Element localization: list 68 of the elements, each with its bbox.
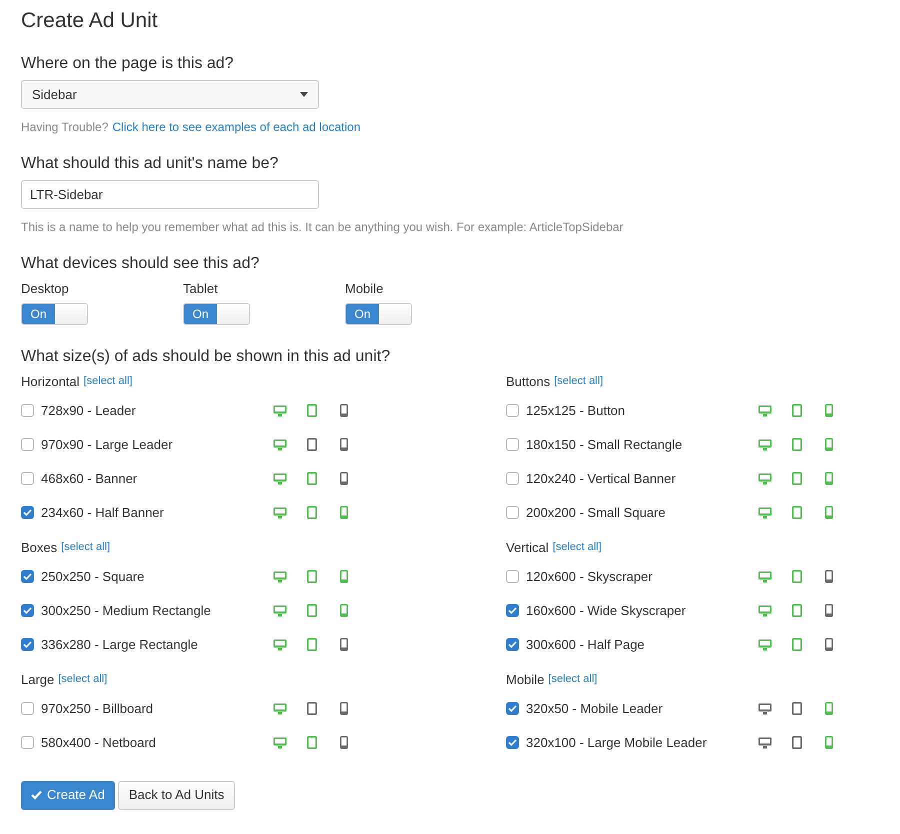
checkbox[interactable] [506, 604, 519, 617]
size-label: 120x600 - Skyscraper [526, 568, 652, 586]
group-heading: Vertical [506, 538, 549, 557]
section-heading: What should this ad unit's name be? [21, 154, 280, 174]
size-label: 300x250 - Medium Rectangle [41, 602, 211, 620]
group-heading: Horizontal [21, 372, 80, 391]
checkbox[interactable] [21, 638, 34, 651]
size-label: 468x60 - Banner [41, 470, 138, 488]
create-button[interactable]: Create Ad [21, 780, 115, 810]
select-all-link[interactable]: [select all] [61, 539, 110, 556]
group-heading: Mobile [506, 670, 544, 689]
toggle-switch[interactable]: On [21, 302, 88, 324]
checkbox[interactable] [21, 736, 34, 749]
back-button[interactable]: Back to Ad Units [118, 780, 236, 810]
select-all-link[interactable]: [select all] [548, 671, 598, 688]
size-label: 160x600 - Wide Skyscraper [526, 602, 686, 620]
checkbox[interactable] [506, 472, 519, 485]
select-all-link[interactable]: [select all] [58, 671, 108, 688]
name-field[interactable]: LTR-Sidebar [21, 180, 319, 209]
location-select[interactable]: Sidebar [21, 80, 319, 109]
help-link[interactable]: Click here to see examples of each ad location [112, 118, 361, 136]
section-heading: What size(s) of ads should be shown in this ad unit? [21, 346, 392, 366]
toggle-switch[interactable]: On [183, 302, 250, 324]
checkbox[interactable] [506, 506, 519, 519]
section-heading: What devices should see this ad? [21, 254, 260, 274]
select-all-link[interactable]: [select all] [552, 539, 602, 556]
checkmark-icon [31, 790, 42, 800]
checkbox[interactable] [506, 702, 519, 715]
device-label: Desktop [21, 280, 69, 298]
select-all-link[interactable]: [select all] [554, 373, 604, 390]
checkbox[interactable] [21, 570, 34, 583]
checkbox[interactable] [506, 638, 519, 651]
checkbox[interactable] [21, 604, 34, 617]
help-text: Having Trouble? [21, 119, 108, 136]
checkbox[interactable] [506, 570, 519, 583]
checkbox[interactable] [21, 438, 34, 451]
checkbox[interactable] [21, 506, 34, 519]
checkbox[interactable] [21, 404, 34, 417]
device-label: Mobile [345, 280, 384, 298]
checkbox[interactable] [21, 702, 34, 715]
size-label: 728x90 - Leader [41, 402, 136, 420]
size-label: 200x200 - Small Square [526, 504, 666, 522]
group-heading: Buttons [506, 372, 550, 391]
size-label: 180x150 - Small Rectangle [526, 436, 682, 454]
group-heading: Large [21, 670, 54, 689]
size-label: 234x60 - Half Banner [41, 504, 164, 522]
size-label: 250x250 - Square [41, 568, 144, 586]
size-label: 970x90 - Large Leader [41, 436, 173, 454]
checkbox[interactable] [21, 472, 34, 485]
size-label: 580x400 - Netboard [41, 734, 156, 752]
checkbox[interactable] [506, 438, 519, 451]
checkbox[interactable] [506, 736, 519, 749]
caret-icon [300, 92, 308, 97]
toggle-switch[interactable]: On [345, 302, 412, 324]
size-label: 970x250 - Billboard [41, 700, 154, 718]
group-heading: Boxes [21, 538, 58, 557]
section-heading: Where on the page is this ad? [21, 54, 235, 74]
size-label: 300x600 - Half Page [526, 636, 645, 654]
select-all-link[interactable]: [select all] [84, 373, 132, 390]
size-label: 125x125 - Button [526, 402, 626, 420]
size-label: 320x100 - Large Mobile Leader [526, 734, 707, 752]
size-label: 320x50 - Mobile Leader [526, 700, 663, 718]
page-title: Create Ad Unit [21, 8, 159, 34]
size-label: 336x280 - Large Rectangle [41, 636, 198, 654]
checkbox[interactable] [506, 404, 519, 417]
device-label: Tablet [183, 280, 218, 298]
size-label: 120x240 - Vertical Banner [526, 470, 676, 488]
help-text: This is a name to help you remember what ad this is. It can be anything you wish. For example: ArticleTopSidebar [21, 219, 624, 236]
